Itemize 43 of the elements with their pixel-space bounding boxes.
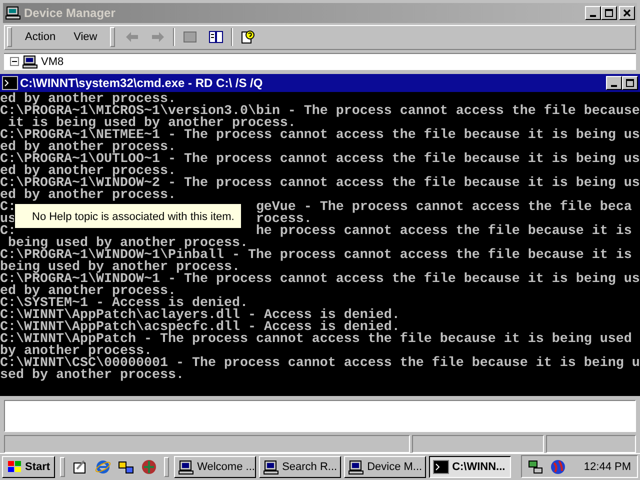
minimize-button[interactable]: [585, 6, 601, 20]
close-icon: [622, 8, 632, 18]
taskbar-button[interactable]: Welcome ...: [174, 456, 256, 478]
taskbar-button[interactable]: C:\WINN...: [429, 456, 512, 478]
clock: 12:44 PM: [584, 460, 631, 473]
console-line: sed by another process.: [0, 370, 184, 382]
taskbar-button[interactable]: Device M...: [344, 456, 426, 478]
computer-icon: [263, 458, 280, 475]
help-tooltip: No Help topic is associated with this item.: [14, 202, 242, 229]
collapse-toggle-icon[interactable]: [10, 57, 19, 66]
maximize-icon: [604, 8, 614, 18]
taskbar-button[interactable]: Search R...: [259, 456, 342, 478]
folders-icon[interactable]: [118, 458, 134, 475]
close-button[interactable]: [619, 6, 635, 20]
computer-icon: [5, 4, 21, 21]
tree-item[interactable]: VM8: [41, 56, 64, 68]
network-icon[interactable]: [528, 458, 544, 475]
window-title: C:\WINNT\system32\cmd.exe - RD C:\ /S /Q: [20, 76, 263, 90]
computer-icon: [348, 458, 364, 475]
menu-item[interactable]: View: [66, 29, 104, 46]
console-line: C:: [0, 202, 16, 214]
console-icon: [2, 76, 18, 90]
maximize-button[interactable]: [601, 6, 617, 20]
pane-icon[interactable]: [208, 29, 224, 46]
start-button[interactable]: Start: [2, 456, 56, 478]
maximize-button[interactable]: [622, 76, 638, 90]
console-line: being used by another process.: [0, 262, 240, 274]
windows-logo: [7, 458, 23, 475]
console-line: ed by another process.: [0, 190, 176, 202]
computer-icon: [178, 458, 194, 475]
minimize-icon: [611, 84, 617, 87]
browser-icon[interactable]: [95, 458, 112, 475]
minimize-icon: [590, 14, 596, 17]
window-title: Device Manager: [24, 6, 116, 20]
minimize-button[interactable]: [606, 76, 622, 90]
console-line: he process cannot access the file because it is: [256, 226, 632, 238]
maximize-icon: [625, 78, 635, 88]
computer-icon: [22, 54, 38, 70]
console-line: geVue - The process cannot access the file beca: [256, 202, 632, 214]
console-icon: [433, 458, 450, 475]
help-icon[interactable]: [240, 29, 256, 46]
console-line: C:\WINNT\AppPatch - The process cannot access the file because it is being used: [0, 334, 632, 346]
menu-item[interactable]: Action: [18, 29, 63, 46]
